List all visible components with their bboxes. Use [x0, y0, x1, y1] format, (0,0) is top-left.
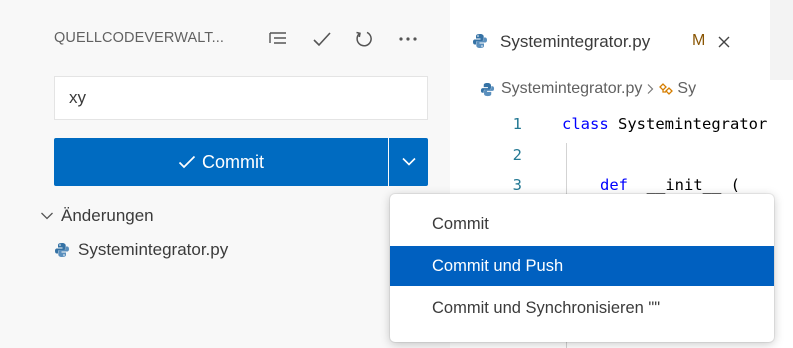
chevron-down-icon	[40, 211, 54, 221]
code-line: def __init__ (	[600, 176, 740, 194]
breadcrumb: Systemintegrator.py Sy	[480, 78, 696, 100]
code-text: Systemintegrator	[608, 115, 768, 133]
breadcrumb-file[interactable]: Systemintegrator.py	[501, 80, 642, 98]
class-symbol-icon	[658, 82, 674, 96]
commit-message-input[interactable]	[54, 76, 428, 120]
code-text: __init__ (	[628, 176, 740, 194]
keyword: class	[562, 115, 609, 133]
checkmark-icon	[178, 154, 196, 170]
menu-item-label: Commit	[432, 214, 489, 233]
python-file-icon	[480, 82, 495, 97]
view-as-tree-icon[interactable]	[264, 24, 292, 54]
menu-item-label: Commit und Push	[432, 256, 564, 275]
chevron-right-icon	[646, 83, 654, 95]
commit-button-label: Commit	[202, 151, 264, 172]
tab-label: Systemintegrator.py	[500, 32, 651, 51]
breadcrumb-symbol[interactable]: Sy	[677, 80, 696, 98]
menu-item-commit-and-sync[interactable]: Commit und Synchronisieren ""	[390, 288, 774, 328]
checkmark-icon[interactable]	[308, 24, 336, 54]
line-number: 3	[512, 176, 522, 194]
menu-item-commit-and-push[interactable]: Commit und Push	[390, 246, 774, 286]
changes-section-header[interactable]: Änderungen	[40, 203, 154, 229]
scm-title: QUELLCODEVERWALT...	[54, 30, 225, 46]
python-file-icon	[54, 242, 70, 258]
line-number: 1	[512, 115, 522, 133]
python-file-icon	[472, 33, 488, 54]
menu-item-label: Commit und Synchronisieren ""	[432, 298, 661, 317]
scm-header: QUELLCODEVERWALT...	[0, 0, 450, 80]
more-actions-icon[interactable]	[394, 24, 422, 54]
editor-tab-bar: Systemintegrator.py M	[450, 0, 793, 80]
changes-label: Änderungen	[61, 206, 154, 225]
commit-button[interactable]: Commit	[54, 138, 388, 186]
menu-item-commit[interactable]: Commit	[390, 204, 774, 244]
close-icon[interactable]	[712, 30, 736, 54]
commit-options-menu: Commit Commit und Push Commit und Synchr…	[390, 194, 774, 342]
source-control-panel: QUELLCODEVERWALT... xy Commit Änderungen…	[0, 0, 450, 348]
commit-dropdown-button[interactable]	[389, 138, 428, 186]
refresh-icon[interactable]	[350, 24, 378, 54]
code-line: class Systemintegrator	[562, 115, 767, 133]
changed-file-name: Systemintegrator.py	[78, 240, 229, 259]
editor-tab[interactable]: Systemintegrator.py M	[450, 0, 770, 80]
chevron-down-icon	[401, 153, 416, 171]
changed-file-item[interactable]: Systemintegrator.py	[54, 236, 228, 264]
line-number: 2	[512, 146, 522, 164]
keyword: def	[600, 176, 628, 194]
modified-badge: M	[692, 32, 706, 49]
